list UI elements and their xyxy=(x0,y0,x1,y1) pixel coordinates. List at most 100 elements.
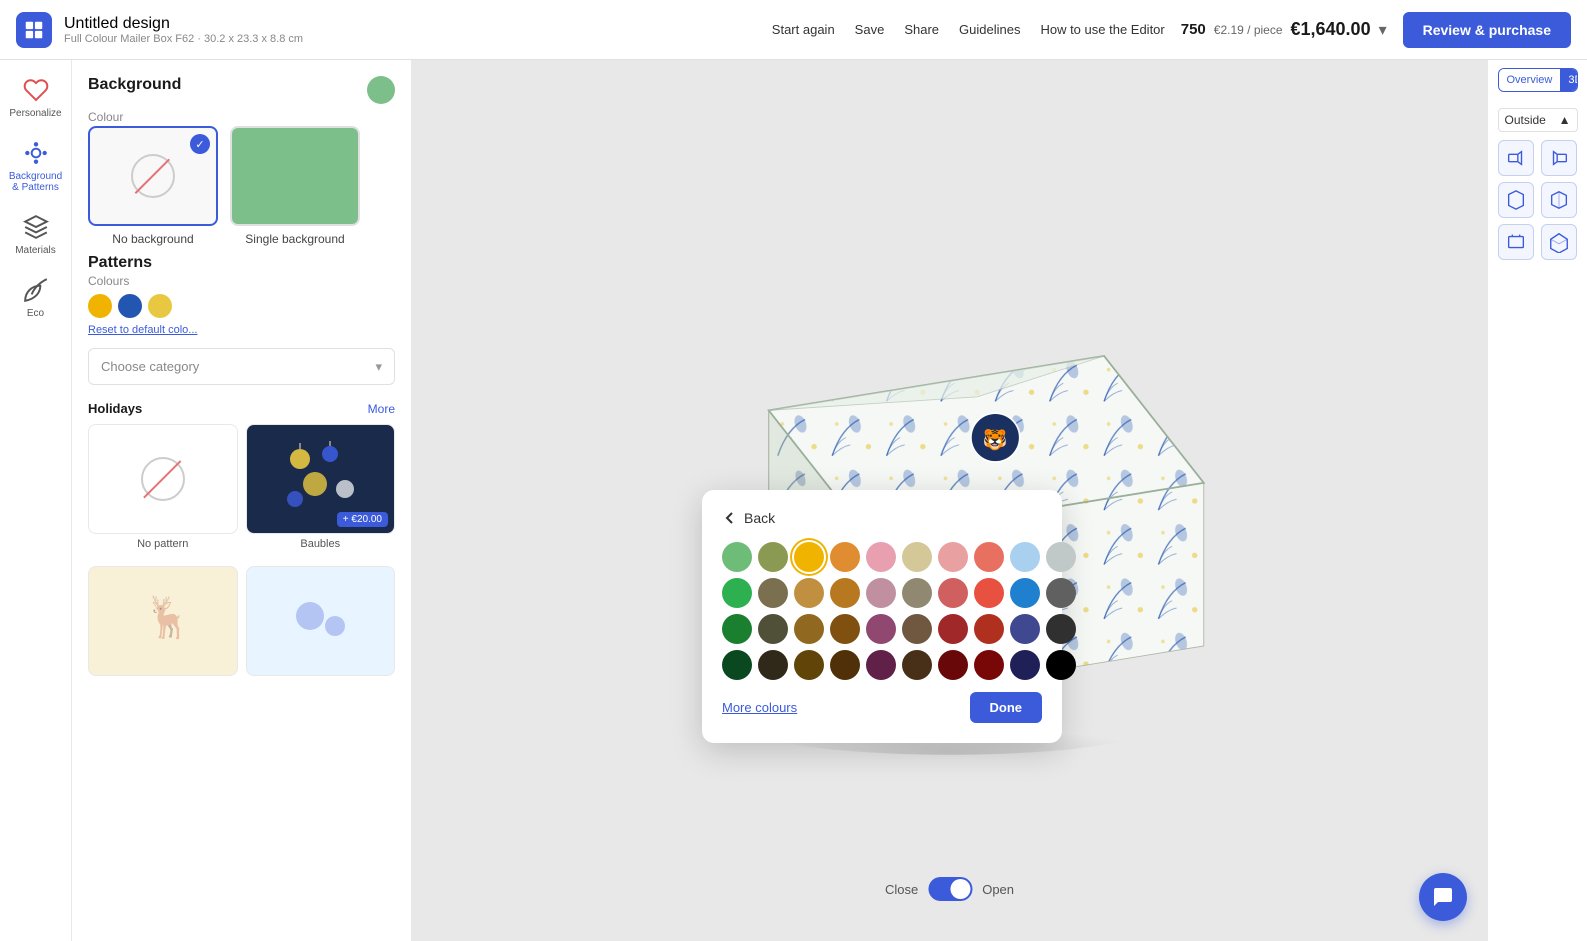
swatch-pink-med[interactable] xyxy=(866,578,896,608)
swatch-gold-med[interactable] xyxy=(794,578,824,608)
more-colours-link[interactable]: More colours xyxy=(722,700,797,715)
swatch-gray-med[interactable] xyxy=(1046,578,1076,608)
swatch-olive-darkest[interactable] xyxy=(758,650,788,680)
swatch-green-med[interactable] xyxy=(722,578,752,608)
tab-3d[interactable]: 3D xyxy=(1560,69,1577,91)
colour-indicator[interactable] xyxy=(367,76,395,104)
candy-pattern-item[interactable] xyxy=(246,566,396,676)
swatch-khaki-med[interactable] xyxy=(902,578,932,608)
swatch-gray-dark[interactable] xyxy=(1046,614,1076,644)
swatch-amber-med[interactable] xyxy=(830,578,860,608)
swatch-gold-dark[interactable] xyxy=(794,614,824,644)
swatch-navy-darkest[interactable] xyxy=(1010,650,1040,680)
swatch-olive-light[interactable] xyxy=(758,542,788,572)
baubles-pattern-item[interactable]: + €20.00 Baubles xyxy=(246,424,396,550)
chat-bubble-button[interactable] xyxy=(1419,873,1467,921)
swatch-navy-dark[interactable] xyxy=(1010,614,1040,644)
angle-btn-4[interactable] xyxy=(1541,182,1577,218)
tab-overview[interactable]: Overview xyxy=(1499,69,1561,91)
sidebar-item-eco[interactable]: Eco xyxy=(4,268,68,327)
angle-icon-6 xyxy=(1548,231,1570,253)
sidebar-item-personalize[interactable]: Personalize xyxy=(4,68,68,127)
swatch-olive-dark[interactable] xyxy=(758,614,788,644)
swatch-plum-dark[interactable] xyxy=(866,614,896,644)
no-background-thumb[interactable]: ✓ xyxy=(88,126,218,226)
reindeer-pattern-item[interactable]: 🦌 xyxy=(88,566,238,676)
angle-btn-1[interactable] xyxy=(1498,140,1534,176)
color-row-2 xyxy=(722,578,1042,608)
candy-thumb[interactable] xyxy=(246,566,396,676)
price-chevron-icon[interactable]: ▾ xyxy=(1379,20,1387,40)
left-panel: Background Colour ✓ No background xyxy=(72,60,412,941)
swatch-black[interactable] xyxy=(1046,650,1076,680)
swatch-tan-light[interactable] xyxy=(902,542,932,572)
swatch-red-dark[interactable] xyxy=(938,614,968,644)
colours-label: Colours xyxy=(88,274,395,288)
baubles-thumb[interactable]: + €20.00 xyxy=(246,424,396,534)
swatch-blue-med[interactable] xyxy=(1010,578,1040,608)
colour-dot-blue[interactable] xyxy=(118,294,142,318)
reset-colours-link[interactable]: Reset to default colo... xyxy=(88,324,395,336)
category-select[interactable]: Choose category ▾ xyxy=(88,348,395,385)
tool-sidebar: Personalize Background & Patterns Materi… xyxy=(0,60,72,941)
swatch-rose-light[interactable] xyxy=(938,542,968,572)
single-background-option[interactable]: Single background xyxy=(230,126,360,246)
swatch-crimson-darkest[interactable] xyxy=(974,650,1004,680)
swatch-crimson-dark[interactable] xyxy=(974,614,1004,644)
open-close-toggle[interactable] xyxy=(928,877,972,901)
picker-back-button[interactable]: Back xyxy=(722,510,1042,526)
picker-footer: More colours Done xyxy=(722,692,1042,723)
no-background-option[interactable]: ✓ No background xyxy=(88,126,218,246)
save-link[interactable]: Save xyxy=(855,22,885,37)
view-tabs: Overview 3D xyxy=(1498,68,1578,92)
swatch-orange-light[interactable] xyxy=(830,542,860,572)
angle-icon-3 xyxy=(1505,189,1527,211)
guidelines-link[interactable]: Guidelines xyxy=(959,22,1020,37)
swatch-gray-light[interactable] xyxy=(1046,542,1076,572)
angle-icon-4 xyxy=(1548,189,1570,211)
navbar-actions: Start again Save Share Guidelines How to… xyxy=(772,22,1165,37)
outside-selector[interactable]: Outside ▲ xyxy=(1498,108,1578,132)
angle-btn-2[interactable] xyxy=(1541,140,1577,176)
swatch-green-light[interactable] xyxy=(722,542,752,572)
reindeer-thumb[interactable]: 🦌 xyxy=(88,566,238,676)
patterns-title: Patterns xyxy=(88,254,152,271)
done-button[interactable]: Done xyxy=(970,692,1043,723)
swatch-olive-med[interactable] xyxy=(758,578,788,608)
swatch-amber-darkest[interactable] xyxy=(830,650,860,680)
swatch-brown-darkest[interactable] xyxy=(902,650,932,680)
swatch-red-med[interactable] xyxy=(938,578,968,608)
start-again-link[interactable]: Start again xyxy=(772,22,835,37)
colour-dot-gold[interactable] xyxy=(148,294,172,318)
colour-dot-yellow[interactable] xyxy=(88,294,112,318)
panel-scroll-area: Background Colour ✓ No background xyxy=(72,60,411,941)
swatch-red-darkest[interactable] xyxy=(938,650,968,680)
swatch-brown-dark[interactable] xyxy=(902,614,932,644)
sidebar-item-background-patterns[interactable]: Background & Patterns xyxy=(4,131,68,201)
review-purchase-button[interactable]: Review & purchase xyxy=(1403,12,1571,48)
angle-btn-3[interactable] xyxy=(1498,182,1534,218)
swatch-plum-darkest[interactable] xyxy=(866,650,896,680)
swatch-crimson-med[interactable] xyxy=(974,578,1004,608)
swatch-coral-light[interactable] xyxy=(974,542,1004,572)
swatch-amber-dark[interactable] xyxy=(830,614,860,644)
swatch-yellow-selected[interactable] xyxy=(794,542,824,572)
no-pattern-thumb[interactable] xyxy=(88,424,238,534)
outside-label: Outside xyxy=(1505,113,1546,127)
swatch-green-darkest[interactable] xyxy=(722,650,752,680)
single-background-thumb[interactable] xyxy=(230,126,360,226)
no-pattern-item[interactable]: No pattern xyxy=(88,424,238,550)
eco-label: Eco xyxy=(27,308,44,319)
angle-btn-5[interactable] xyxy=(1498,224,1534,260)
holidays-title: Holidays xyxy=(88,401,142,416)
angle-btn-6[interactable] xyxy=(1541,224,1577,260)
share-link[interactable]: Share xyxy=(904,22,939,37)
sidebar-item-materials[interactable]: Materials xyxy=(4,205,68,264)
swatch-gold-darkest[interactable] xyxy=(794,650,824,680)
swatch-pink-light[interactable] xyxy=(866,542,896,572)
no-background-label: No background xyxy=(112,232,193,246)
swatch-blue-light[interactable] xyxy=(1010,542,1040,572)
how-to-link[interactable]: How to use the Editor xyxy=(1040,22,1164,37)
holidays-more-link[interactable]: More xyxy=(368,402,395,416)
swatch-green-dark[interactable] xyxy=(722,614,752,644)
